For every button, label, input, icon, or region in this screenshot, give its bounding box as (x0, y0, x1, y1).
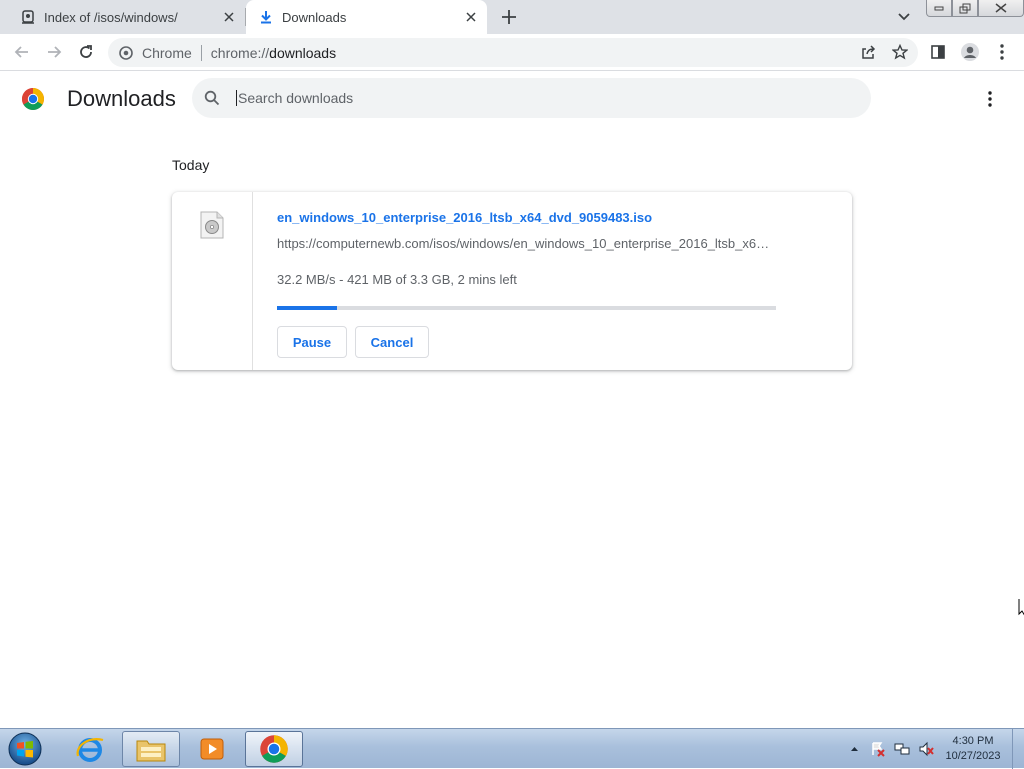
url-text: chrome://downloads (211, 45, 336, 61)
minimize-button[interactable] (926, 0, 952, 17)
tab-title: Downloads (282, 9, 347, 25)
tab-title: Index of /isos/windows/ (44, 9, 178, 25)
source-url[interactable]: https://computernewb.com/isos/windows/en… (277, 236, 777, 251)
chevron-down-icon (898, 13, 910, 21)
system-tray (842, 729, 938, 769)
page-title: Downloads (67, 86, 176, 111)
tab-strip: Index of /isos/windows/ Downloads (0, 0, 1024, 34)
downloads-menu-button[interactable] (980, 88, 1000, 110)
reload-icon (80, 45, 92, 58)
downloads-header: Downloads (0, 72, 1024, 128)
browser-toolbar: Chrome chrome://downloads (0, 34, 1024, 71)
volume-muted-icon[interactable] (914, 739, 938, 759)
url-host: downloads (269, 44, 337, 61)
chrome-icon (260, 735, 288, 763)
pause-button[interactable]: Pause (277, 326, 347, 358)
disc-image-file-icon (200, 211, 224, 239)
reload-button[interactable] (74, 40, 98, 64)
new-tab-button[interactable] (498, 6, 520, 28)
clock-date: 10/27/2023 (945, 750, 1001, 762)
taskbar: 4:30 PM 10/27/2023 (0, 728, 1024, 769)
window-controls (926, 0, 1024, 18)
address-bar[interactable]: Chrome chrome://downloads (108, 38, 918, 67)
arrow-left-icon (14, 46, 28, 58)
tab-index-isos[interactable]: Index of /isos/windows/ (8, 0, 245, 34)
close-icon[interactable] (461, 7, 481, 27)
close-icon[interactable] (219, 7, 239, 27)
forward-button[interactable] (42, 40, 66, 64)
avatar-icon (961, 43, 979, 61)
profile-button[interactable] (958, 40, 982, 64)
close-icon (995, 3, 1007, 13)
share-icon[interactable] (860, 44, 876, 65)
kebab-menu-icon (988, 91, 992, 107)
arrow-right-icon (48, 46, 62, 58)
start-button[interactable] (5, 731, 45, 767)
media-player-icon (200, 738, 224, 760)
show-hidden-icons-button[interactable] (842, 739, 866, 759)
chrome-menu-button[interactable] (990, 40, 1014, 64)
taskbar-file-explorer[interactable] (122, 731, 180, 767)
tab-downloads[interactable]: Downloads (246, 0, 487, 34)
show-desktop-button[interactable] (1012, 729, 1024, 769)
mouse-cursor-icon (1018, 599, 1024, 616)
back-button[interactable] (10, 40, 34, 64)
close-window-button[interactable] (978, 0, 1024, 17)
taskbar-internet-explorer[interactable] (61, 731, 119, 767)
kebab-menu-icon (1000, 44, 1004, 60)
chrome-logo-icon (22, 88, 44, 110)
progress-fill (277, 306, 337, 310)
search-bar[interactable] (192, 78, 871, 118)
download-item: en_windows_10_enterprise_2016_ltsb_x64_d… (172, 192, 852, 370)
server-icon (20, 9, 36, 25)
side-panel-button[interactable] (926, 40, 950, 64)
download-icon (258, 9, 274, 25)
internet-explorer-icon (76, 738, 104, 762)
taskbar-clock[interactable]: 4:30 PM 10/27/2023 (940, 734, 1006, 764)
restore-button[interactable] (952, 0, 978, 17)
file-icon-column (172, 192, 253, 370)
cancel-button[interactable]: Cancel (355, 326, 429, 358)
windows-start-icon (8, 732, 42, 766)
download-status: 32.2 MB/s - 421 MB of 3.3 GB, 2 mins lef… (277, 272, 517, 287)
progress-bar (277, 306, 776, 310)
plus-icon (502, 10, 516, 24)
chevron-up-icon (850, 747, 858, 751)
network-icon[interactable] (890, 739, 914, 759)
file-name-link[interactable]: en_windows_10_enterprise_2016_ltsb_x64_d… (277, 210, 652, 225)
tab-search-button[interactable] (894, 7, 914, 27)
side-panel-icon (931, 45, 945, 59)
restore-icon (959, 3, 971, 13)
bookmark-star-icon[interactable] (891, 43, 909, 65)
file-explorer-icon (136, 740, 166, 762)
taskbar-chrome[interactable] (245, 731, 303, 767)
action-center-icon[interactable] (866, 739, 890, 759)
site-chip: Chrome (142, 44, 192, 61)
chrome-logo-icon (118, 45, 134, 61)
clock-time: 4:30 PM (952, 735, 994, 747)
omnibox-separator (200, 44, 202, 61)
search-icon (203, 89, 221, 107)
minimize-icon (934, 6, 944, 11)
date-heading: Today (172, 157, 210, 173)
url-scheme: chrome:// (210, 44, 270, 61)
taskbar-media-player[interactable] (183, 731, 241, 767)
search-input[interactable] (236, 90, 836, 106)
